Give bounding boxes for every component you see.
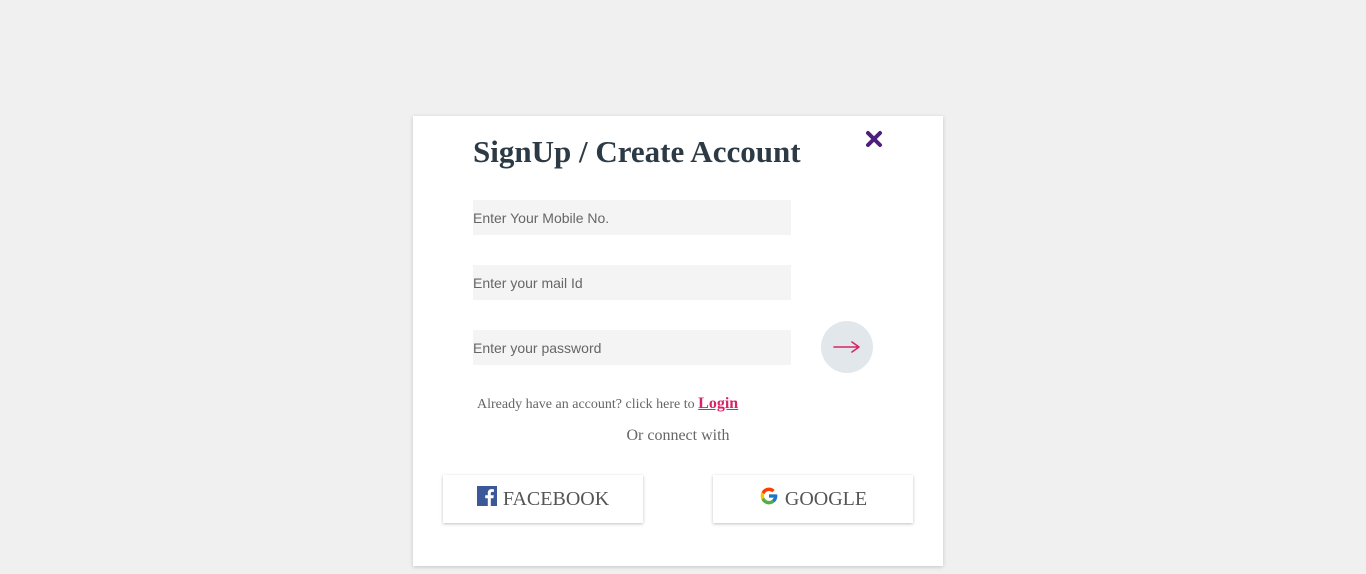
facebook-icon xyxy=(476,486,497,506)
signup-modal: SignUp / Create Account Already have an … xyxy=(413,116,943,566)
mobile-input[interactable] xyxy=(473,200,791,235)
or-connect-text: Or connect with xyxy=(626,427,730,444)
facebook-button[interactable]: FACEBOOK xyxy=(443,475,643,523)
email-input[interactable] xyxy=(473,265,791,300)
close-icon[interactable] xyxy=(863,128,885,150)
facebook-label: FACEBOOK xyxy=(502,487,610,510)
login-link[interactable]: Login xyxy=(698,395,738,412)
google-icon xyxy=(760,487,778,505)
page-title: SignUp / Create Account xyxy=(473,134,801,169)
login-prompt: Already have an account? click here to L… xyxy=(477,395,738,413)
google-label: GOOGLE xyxy=(784,487,868,510)
password-input[interactable] xyxy=(473,330,791,365)
arrow-right-icon xyxy=(833,341,860,353)
google-button[interactable]: GOOGLE xyxy=(713,475,913,523)
submit-button[interactable] xyxy=(821,321,873,373)
login-prompt-text: Already have an account? click here to xyxy=(477,397,699,412)
